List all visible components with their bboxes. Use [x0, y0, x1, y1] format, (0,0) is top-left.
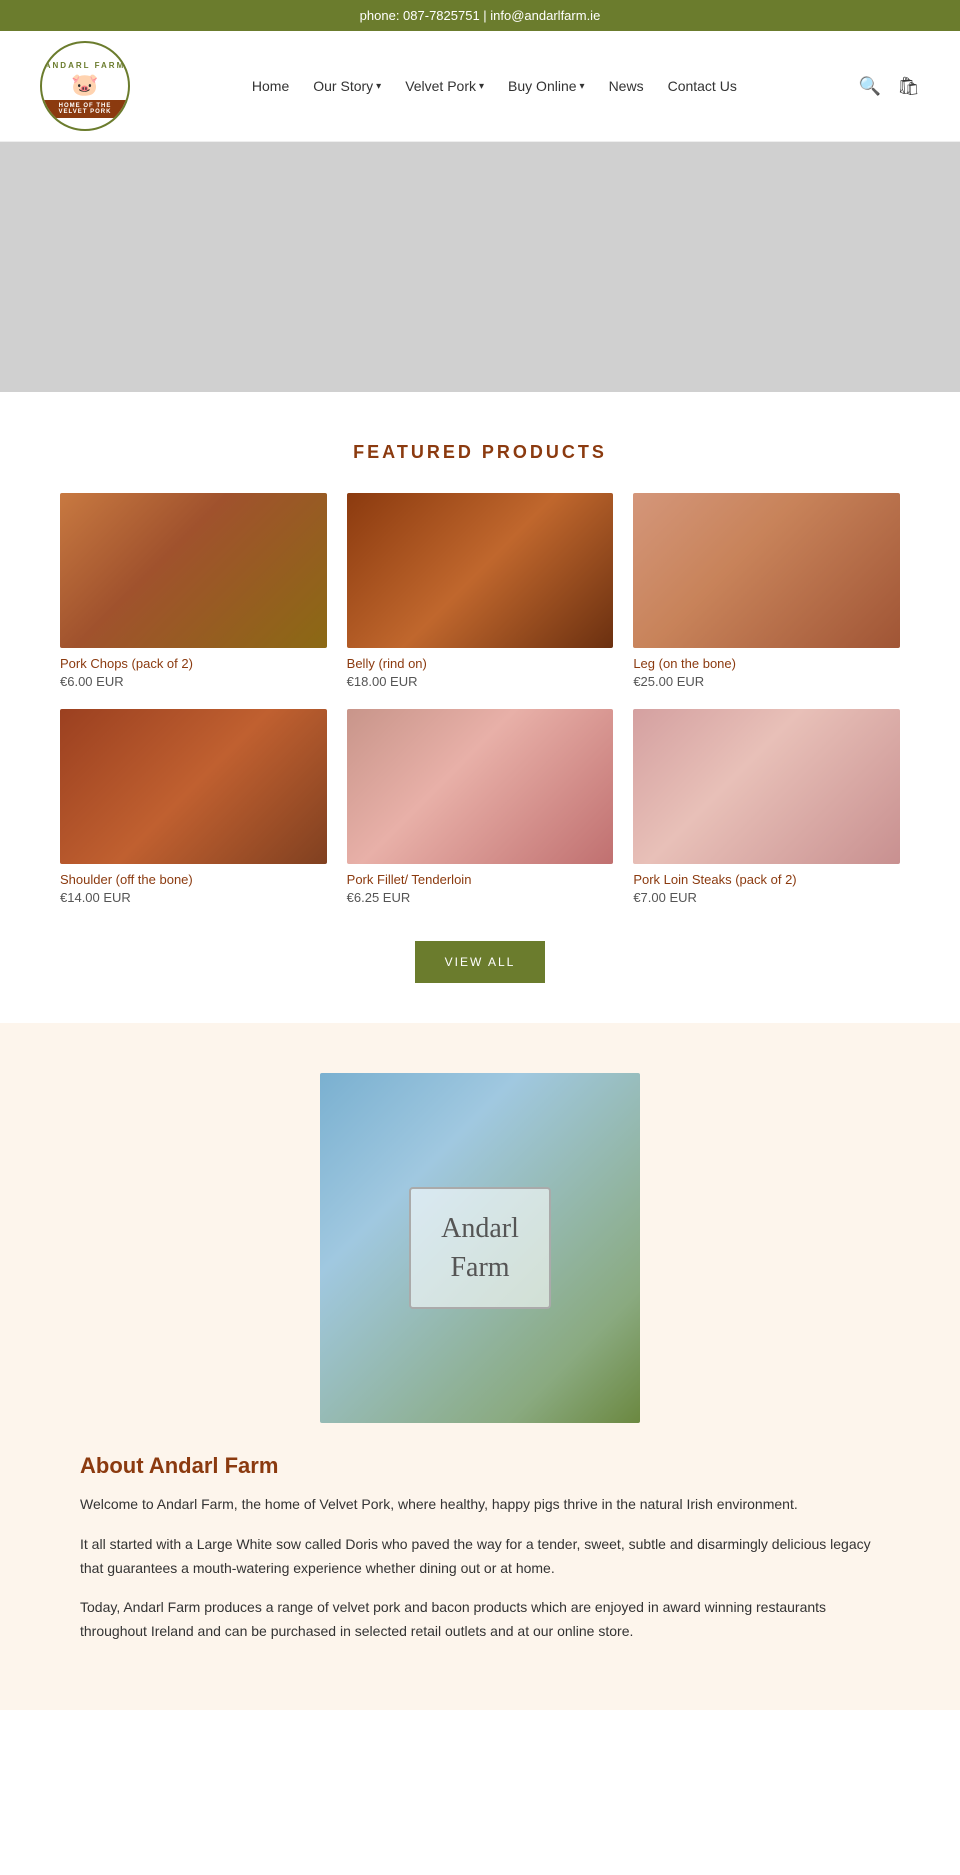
product-name: Pork Fillet/ Tenderloin [347, 872, 614, 887]
hero-banner [0, 142, 960, 392]
nav-buy-online[interactable]: Buy Online ▾ [508, 78, 585, 94]
nav-news[interactable]: News [609, 78, 644, 94]
product-name: Shoulder (off the bone) [60, 872, 327, 887]
header-icons: 🔍 🛍 [859, 76, 920, 97]
nav-velvet-pork[interactable]: Velvet Pork ▾ [405, 78, 484, 94]
product-price: €14.00 EUR [60, 890, 327, 905]
product-image [347, 709, 614, 864]
search-icon[interactable]: 🔍 [859, 76, 881, 97]
view-all-button[interactable]: VIEW ALL [415, 941, 546, 983]
about-para-3: Today, Andarl Farm produces a range of v… [80, 1596, 880, 1644]
nav-home[interactable]: Home [252, 78, 289, 94]
contact-info: phone: 087-7825751 | info@andarlfarm.ie [360, 8, 601, 23]
about-para-1: Welcome to Andarl Farm, the home of Velv… [80, 1493, 880, 1517]
pig-icon: 🐷 [71, 72, 98, 98]
farm-image: AndarlFarm [320, 1073, 640, 1423]
product-card[interactable]: Pork Chops (pack of 2) €6.00 EUR [60, 493, 327, 689]
nav-contact-us[interactable]: Contact Us [668, 78, 737, 94]
product-image [60, 493, 327, 648]
products-grid: Pork Chops (pack of 2) €6.00 EUR Belly (ri… [60, 493, 900, 905]
top-bar: phone: 087-7825751 | info@andarlfarm.ie [0, 0, 960, 31]
header: ANDARL FARM 🐷 HOME OF THE VELVET PORK Ho… [0, 31, 960, 142]
product-price: €25.00 EUR [633, 674, 900, 689]
logo-circle: ANDARL FARM 🐷 HOME OF THE VELVET PORK [40, 41, 130, 131]
product-card[interactable]: Shoulder (off the bone) €14.00 EUR [60, 709, 327, 905]
logo-top-text: ANDARL FARM [45, 61, 126, 70]
featured-title: FEATURED PRODUCTS [60, 442, 900, 463]
product-price: €18.00 EUR [347, 674, 614, 689]
product-image [633, 493, 900, 648]
logo-banner-text: HOME OF THE VELVET PORK [42, 100, 128, 118]
product-price: €7.00 EUR [633, 890, 900, 905]
nav-our-story[interactable]: Our Story ▾ [313, 78, 381, 94]
product-name: Leg (on the bone) [633, 656, 900, 671]
main-nav: Home Our Story ▾ Velvet Pork ▾ Buy Onlin… [252, 78, 737, 94]
product-card[interactable]: Pork Fillet/ Tenderloin €6.25 EUR [347, 709, 614, 905]
product-card[interactable]: Leg (on the bone) €25.00 EUR [633, 493, 900, 689]
chevron-down-icon: ▾ [376, 81, 381, 92]
product-price: €6.00 EUR [60, 674, 327, 689]
about-title: About Andarl Farm [80, 1453, 880, 1479]
about-content: About Andarl Farm Welcome to Andarl Farm… [80, 1453, 880, 1660]
product-image [347, 493, 614, 648]
product-price: €6.25 EUR [347, 890, 614, 905]
chevron-down-icon: ▾ [479, 81, 484, 92]
cart-icon[interactable]: 🛍 [897, 76, 920, 97]
featured-section: FEATURED PRODUCTS Pork Chops (pack of 2)… [0, 392, 960, 1023]
product-image [60, 709, 327, 864]
product-card[interactable]: Belly (rind on) €18.00 EUR [347, 493, 614, 689]
product-card[interactable]: Pork Loin Steaks (pack of 2) €7.00 EUR [633, 709, 900, 905]
product-image [633, 709, 900, 864]
product-name: Pork Chops (pack of 2) [60, 656, 327, 671]
about-para-2: It all started with a Large White sow ca… [80, 1533, 880, 1581]
product-name: Belly (rind on) [347, 656, 614, 671]
view-all-wrap: VIEW ALL [60, 941, 900, 983]
logo[interactable]: ANDARL FARM 🐷 HOME OF THE VELVET PORK [40, 41, 130, 131]
product-name: Pork Loin Steaks (pack of 2) [633, 872, 900, 887]
chevron-down-icon: ▾ [580, 81, 585, 92]
about-section: AndarlFarm About Andarl Farm Welcome to … [0, 1023, 960, 1710]
